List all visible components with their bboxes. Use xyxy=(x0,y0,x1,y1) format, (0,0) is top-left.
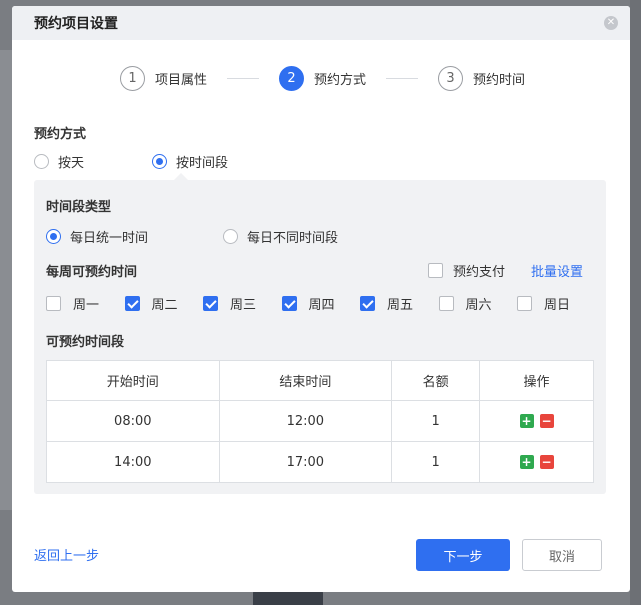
pay-checkbox-item[interactable]: 预约支付 xyxy=(428,261,505,280)
remove-icon[interactable]: − xyxy=(539,413,554,428)
add-icon[interactable]: + xyxy=(519,454,534,469)
pay-label: 预约支付 xyxy=(453,265,506,280)
column-header-actions: 操作 xyxy=(479,360,594,401)
cancel-button[interactable]: 取消 xyxy=(522,539,602,571)
slot-type-title: 时间段类型 xyxy=(46,200,112,215)
weekday-checkbox xyxy=(281,296,297,311)
weekday-label: 周一 xyxy=(73,298,100,313)
cell-start[interactable]: 08:00 xyxy=(46,400,220,442)
step-3-number: 3 xyxy=(438,65,464,91)
table-row: 08:00 12:00 1 + − xyxy=(46,400,594,442)
radio-label: 按天 xyxy=(58,156,85,171)
time-slot-panel: 时间段类型 每日统一时间 每日不同时间段 每周可预约时间 预约支付 批量设置 周… xyxy=(34,180,606,494)
weekday-mon[interactable]: 周一 xyxy=(46,294,125,313)
weekday-sat[interactable]: 周六 xyxy=(438,294,518,313)
pay-checkbox xyxy=(428,263,443,278)
table-row: 14:00 17:00 1 + − xyxy=(46,441,594,483)
radio-daily-different[interactable]: 每日不同时间段 xyxy=(223,227,338,246)
weekday-label: 周二 xyxy=(151,298,178,313)
dialog-header: 预约项目设置 ✕ xyxy=(12,6,630,40)
weekday-sun[interactable]: 周日 xyxy=(517,294,596,313)
step-2-number: 2 xyxy=(279,65,305,91)
pay-row: 预约支付 批量设置 xyxy=(428,261,583,280)
weekday-checkbox xyxy=(360,296,375,311)
step-1: 1 项目属性 xyxy=(120,65,208,91)
weekday-label: 周五 xyxy=(387,298,414,313)
radio-daily-uniform[interactable]: 每日统一时间 xyxy=(46,227,223,246)
step-3: 3 预约时间 xyxy=(438,65,526,91)
batch-settings-link[interactable]: 批量设置 xyxy=(531,261,583,280)
step-divider xyxy=(227,77,260,79)
radio-circle xyxy=(34,154,49,169)
weekday-checkbox xyxy=(124,296,140,311)
weekday-label: 周六 xyxy=(465,298,492,313)
weekday-label: 周四 xyxy=(308,298,335,313)
radio-label: 每日不同时间段 xyxy=(247,231,339,246)
radio-label: 按时间段 xyxy=(176,156,229,171)
weekday-checkbox xyxy=(517,296,532,311)
step-2-label: 预约方式 xyxy=(314,72,367,88)
cell-quota[interactable]: 1 xyxy=(391,441,481,483)
stepper: 1 项目属性 2 预约方式 3 预约时间 xyxy=(120,65,525,91)
panel-pointer xyxy=(174,173,188,180)
step-2: 2 预约方式 xyxy=(279,65,367,91)
time-slot-table: 开始时间 结束时间 名额 操作 08:00 12:00 1 + − 14:00 … xyxy=(46,360,594,483)
background-left-panel xyxy=(0,50,12,510)
booking-mode-title: 预约方式 xyxy=(34,127,87,142)
background-right-panel xyxy=(630,0,641,605)
table-header-row: 开始时间 结束时间 名额 操作 xyxy=(46,360,594,401)
radio-label: 每日统一时间 xyxy=(70,231,149,246)
slot-type-radios: 每日统一时间 每日不同时间段 xyxy=(46,227,338,246)
weekday-label: 周日 xyxy=(544,298,571,313)
cell-actions: + − xyxy=(479,441,594,483)
dialog-title: 预约项目设置 xyxy=(34,16,118,32)
cell-end[interactable]: 12:00 xyxy=(218,400,393,442)
close-icon[interactable]: ✕ xyxy=(604,16,618,30)
weekday-tue[interactable]: 周二 xyxy=(124,294,204,313)
cell-quota[interactable]: 1 xyxy=(391,400,481,442)
radio-circle xyxy=(46,229,61,244)
booking-settings-dialog: 预约项目设置 ✕ 1 项目属性 2 预约方式 3 预约时间 预约方式 按天 按时… xyxy=(12,6,630,592)
weekday-wed[interactable]: 周三 xyxy=(203,294,282,313)
cell-actions: + − xyxy=(479,400,594,442)
step-1-number: 1 xyxy=(120,65,145,91)
radio-circle xyxy=(223,229,238,244)
radio-by-time-slot[interactable]: 按时间段 xyxy=(152,152,228,171)
cell-end[interactable]: 17:00 xyxy=(218,441,393,483)
column-header-quota: 名额 xyxy=(391,360,481,401)
radio-circle xyxy=(152,154,167,169)
step-1-label: 项目属性 xyxy=(155,72,208,88)
weekday-thu[interactable]: 周四 xyxy=(281,294,361,313)
background-button xyxy=(253,590,323,605)
cell-start[interactable]: 14:00 xyxy=(46,441,220,483)
weekday-checkbox xyxy=(438,296,454,311)
radio-by-day[interactable]: 按天 xyxy=(34,152,152,171)
booking-mode-radios: 按天 按时间段 xyxy=(34,152,228,171)
weekly-title: 每周可预约时间 xyxy=(46,265,138,280)
weekday-checkbox xyxy=(46,296,61,311)
weekday-fri[interactable]: 周五 xyxy=(360,294,439,313)
add-icon[interactable]: + xyxy=(519,413,534,428)
next-button[interactable]: 下一步 xyxy=(416,539,510,571)
weekday-checkbox xyxy=(203,296,218,311)
slots-title: 可预约时间段 xyxy=(46,335,125,350)
step-divider xyxy=(386,77,419,79)
column-header-start: 开始时间 xyxy=(46,360,220,401)
remove-icon[interactable]: − xyxy=(539,454,554,469)
weekday-checkboxes: 周一 周二 周三 周四 周五 周六 周日 xyxy=(46,294,596,313)
weekday-label: 周三 xyxy=(230,298,257,313)
column-header-end: 结束时间 xyxy=(218,360,393,401)
step-3-label: 预约时间 xyxy=(473,72,526,88)
back-link[interactable]: 返回上一步 xyxy=(34,545,99,564)
